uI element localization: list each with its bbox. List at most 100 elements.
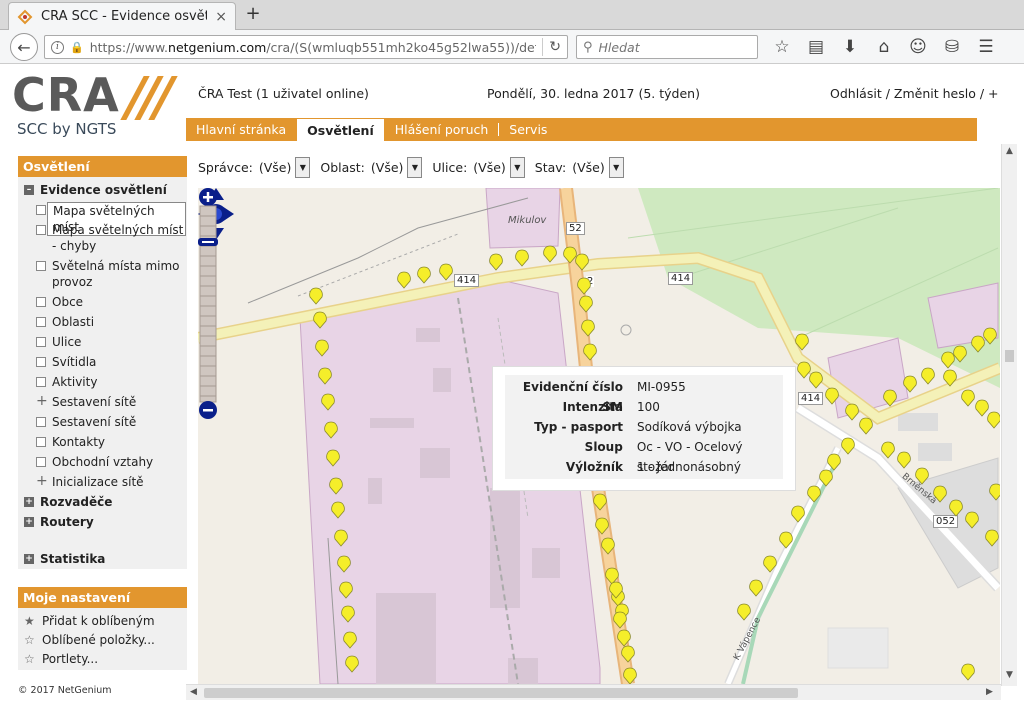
checkbox[interactable] xyxy=(36,357,46,367)
url-text[interactable]: https://www.netgenium.com/cra/(S(wmluqb5… xyxy=(90,40,537,55)
dropdown-arrow-icon[interactable]: ▼ xyxy=(608,157,624,178)
logout-link[interactable]: Odhlásit xyxy=(830,86,882,101)
light-marker-icon[interactable] xyxy=(841,437,855,455)
cra-logo[interactable]: CRA SCC by NGTS xyxy=(12,72,182,142)
light-marker-icon[interactable] xyxy=(859,417,873,435)
light-marker-icon[interactable] xyxy=(343,631,357,649)
light-marker-icon[interactable] xyxy=(489,253,503,271)
light-marker-icon[interactable] xyxy=(621,645,635,663)
tree-item-contacts[interactable]: Kontakty xyxy=(36,434,105,450)
light-marker-icon[interactable] xyxy=(987,411,1000,429)
checkbox[interactable] xyxy=(36,377,46,387)
dropdown-arrow-icon[interactable]: ▼ xyxy=(407,157,423,178)
tree-item-streets[interactable]: Ulice xyxy=(36,334,81,350)
back-button[interactable]: ← xyxy=(10,33,38,61)
light-marker-icon[interactable] xyxy=(595,517,609,535)
light-marker-icon[interactable] xyxy=(791,505,805,523)
light-marker-icon[interactable] xyxy=(543,245,557,263)
new-tab-button[interactable]: + xyxy=(242,3,264,24)
tree-item-luminaires[interactable]: Svítidla xyxy=(36,354,96,370)
checkbox[interactable] xyxy=(36,317,46,327)
info-icon[interactable]: i xyxy=(51,40,64,54)
tree-root-evidence[interactable]: – Evidence osvětlení xyxy=(24,182,167,198)
light-marker-icon[interactable] xyxy=(341,605,355,623)
light-marker-icon[interactable] xyxy=(971,335,985,353)
light-marker-icon[interactable] xyxy=(329,477,343,495)
light-marker-icon[interactable] xyxy=(949,499,963,517)
scroll-up-icon[interactable]: ▲ xyxy=(1006,146,1013,156)
light-marker-icon[interactable] xyxy=(807,485,821,503)
collapse-icon[interactable]: – xyxy=(24,185,34,195)
expand-icon[interactable]: + xyxy=(24,497,34,507)
tree-group-switchboards[interactable]: + Rozvaděče xyxy=(24,494,112,510)
filter-value[interactable]: (Vše) xyxy=(259,160,292,175)
tree-item-network-init[interactable]: + Inicializace sítě xyxy=(36,474,144,490)
light-marker-icon[interactable] xyxy=(321,393,335,411)
tree-group-routers[interactable]: + Routery xyxy=(24,514,94,530)
light-marker-icon[interactable] xyxy=(903,375,917,393)
light-marker-icon[interactable] xyxy=(339,581,353,599)
portlets-link[interactable]: ☆ Portlety... xyxy=(24,652,98,666)
home-icon[interactable]: ⌂ xyxy=(868,35,900,59)
light-marker-icon[interactable] xyxy=(601,537,615,555)
tree-item-out-of-service[interactable]: Světelná místa mimo provoz xyxy=(36,258,186,290)
filter-value[interactable]: (Vše) xyxy=(473,160,506,175)
dropdown-arrow-icon[interactable]: ▼ xyxy=(509,157,525,178)
vertical-scrollbar[interactable]: ▲ ▼ xyxy=(1001,144,1017,686)
browser-tab[interactable]: CRA SCC - Evidence osvětl... × xyxy=(8,2,236,30)
filter-value[interactable]: (Vše) xyxy=(371,160,404,175)
nav-lighting[interactable]: Osvětlení xyxy=(296,118,385,141)
light-marker-icon[interactable] xyxy=(313,311,327,329)
menu-icon[interactable]: ☰ xyxy=(970,35,1002,59)
tree-item-business[interactable]: Obchodní vztahy xyxy=(36,454,153,470)
checkbox[interactable] xyxy=(36,225,46,235)
tab-close-icon[interactable]: × xyxy=(215,9,227,25)
smiley-icon[interactable]: ☺ xyxy=(902,35,934,59)
dropdown-arrow-icon[interactable]: ▼ xyxy=(295,157,311,178)
light-marker-icon[interactable] xyxy=(326,449,340,467)
light-marker-icon[interactable] xyxy=(749,579,763,597)
pocket-icon[interactable]: ⛁ xyxy=(936,35,968,59)
light-marker-icon[interactable] xyxy=(941,351,955,369)
expand-icon[interactable]: + xyxy=(24,554,34,564)
star-icon[interactable]: ☆ xyxy=(766,35,798,59)
light-marker-icon[interactable] xyxy=(613,611,627,629)
tree-item-map-errors[interactable]: Mapa světelných míst - chyby xyxy=(36,222,186,254)
scroll-down-icon[interactable]: ▼ xyxy=(1006,670,1013,680)
light-marker-icon[interactable] xyxy=(795,333,809,351)
light-marker-icon[interactable] xyxy=(961,663,975,681)
light-marker-icon[interactable] xyxy=(915,467,929,485)
light-marker-icon[interactable] xyxy=(575,253,589,271)
scroll-thumb[interactable] xyxy=(204,688,798,698)
checkbox[interactable] xyxy=(36,205,46,215)
light-marker-icon[interactable] xyxy=(737,603,751,621)
light-marker-icon[interactable] xyxy=(439,263,453,281)
reload-icon[interactable]: ↻ xyxy=(549,39,561,55)
light-marker-icon[interactable] xyxy=(827,453,841,471)
light-marker-icon[interactable] xyxy=(579,295,593,313)
expand-icon[interactable]: + xyxy=(24,517,34,527)
light-marker-icon[interactable] xyxy=(989,483,1000,501)
light-marker-icon[interactable] xyxy=(334,529,348,547)
expand-icon[interactable]: + xyxy=(36,394,48,408)
search-input[interactable] xyxy=(598,39,739,55)
light-marker-icon[interactable] xyxy=(965,511,979,529)
filter-area[interactable]: Oblast: (Vše) ▼ xyxy=(320,157,423,178)
favorites-link[interactable]: ☆ Oblíbené položky... xyxy=(24,633,155,647)
filter-status[interactable]: Stav: (Vše) ▼ xyxy=(535,157,624,178)
light-marker-icon[interactable] xyxy=(309,287,323,305)
light-marker-icon[interactable] xyxy=(397,271,411,289)
url-bar[interactable]: i 🔒 https://www.netgenium.com/cra/(S(wml… xyxy=(44,35,568,59)
tree-group-statistics[interactable]: + Statistika xyxy=(24,551,105,567)
light-marker-icon[interactable] xyxy=(819,469,833,487)
light-marker-icon[interactable] xyxy=(933,485,947,503)
light-marker-icon[interactable] xyxy=(985,529,999,547)
light-marker-icon[interactable] xyxy=(779,531,793,549)
checkbox[interactable] xyxy=(36,457,46,467)
light-marker-icon[interactable] xyxy=(763,555,777,573)
checkbox[interactable] xyxy=(36,337,46,347)
light-marker-icon[interactable] xyxy=(975,399,989,417)
nav-home[interactable]: Hlavní stránka xyxy=(186,118,296,141)
add-link[interactable]: + xyxy=(988,86,998,101)
change-password-link[interactable]: Změnit heslo xyxy=(894,86,976,101)
